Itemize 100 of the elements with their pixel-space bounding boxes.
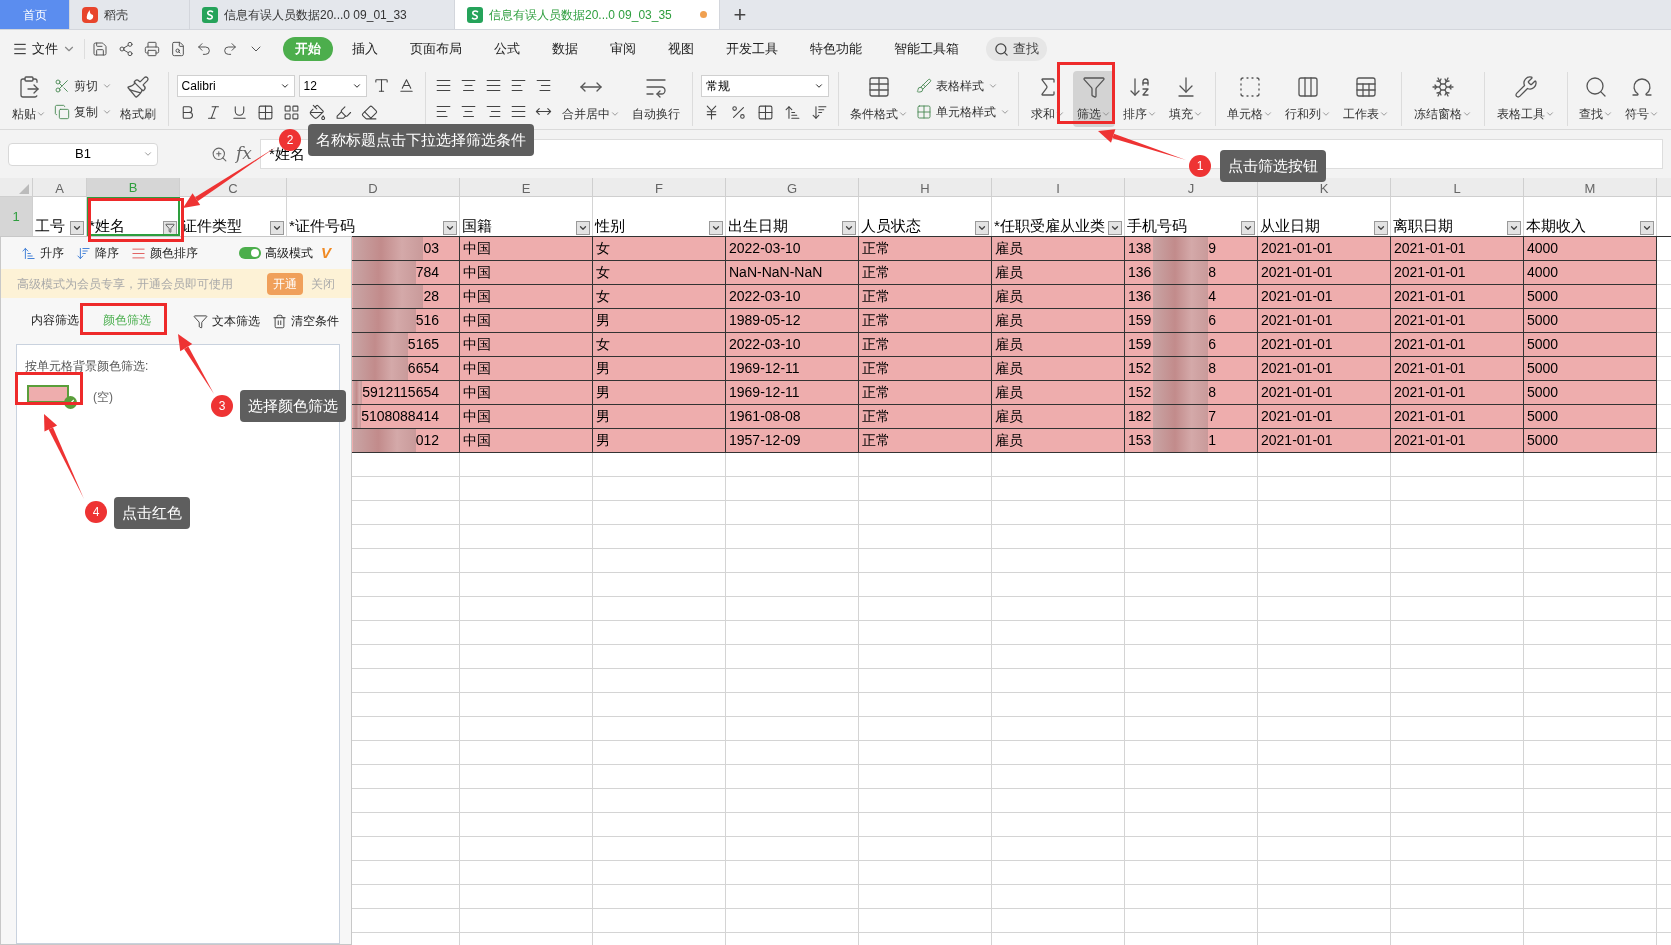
document-tab[interactable]: 信息有误人员数据20...0 09_03_35 [455,0,720,29]
table-cell: 中国 [460,405,593,429]
advanced-mode-toggle[interactable]: 高级模式 [239,244,313,262]
empty-option[interactable]: (空) [93,388,113,406]
align-top-icon [435,77,453,94]
ribbon-tab[interactable]: 插入 [339,37,391,61]
print-icon [144,41,160,57]
freeze-panes-button[interactable]: 冻结窗格 [1409,70,1476,127]
rows-columns-button[interactable]: 行和列 [1281,70,1336,127]
table-style-button[interactable]: 表格样式 [916,76,1011,95]
table-cell-text: 182 [1127,407,1152,426]
ribbon-tab[interactable]: 开发工具 [713,37,791,61]
column-header[interactable]: E [460,178,593,200]
number-format-field[interactable]: 常规 [700,74,829,97]
table-style-icon [916,77,933,94]
column-header[interactable]: L [1391,178,1524,200]
share-icon [118,41,134,57]
table-cell-text: 8 [1208,263,1217,282]
column-header[interactable]: I [992,178,1125,200]
conditional-format-button[interactable]: 条件格式 [846,70,913,127]
justify-icon [510,103,528,120]
sum-button[interactable]: 求和 [1026,70,1069,127]
filter-dropdown[interactable] [443,221,457,235]
filter-dropdown[interactable] [975,221,989,235]
font-name-field[interactable]: Calibri [176,74,295,97]
pixelated-blur [353,261,416,284]
column-header[interactable]: H [859,178,992,200]
table-cell: 正常 [859,381,992,405]
table-cell: 正常 [859,405,992,429]
cell-button[interactable]: 单元格 [1223,70,1278,127]
ribbon-tab[interactable]: 页面布局 [397,37,475,61]
ribbon-tab[interactable]: 特色功能 [797,37,875,61]
filter-dropdown[interactable] [709,221,723,235]
print-preview-icon [170,41,186,57]
table-cell: 正常 [859,285,992,309]
filter-tab[interactable]: 内容筛选 [25,307,85,335]
filter-dropdown[interactable] [1507,221,1521,235]
column-header[interactable]: D [287,178,460,200]
filter-dropdown[interactable] [576,221,590,235]
table-cell: 中国 [460,285,593,309]
color-option[interactable] [27,385,77,409]
copy-button[interactable]: 复制 [54,102,112,121]
table-cell: 2021-01-01 [1258,405,1391,429]
font-size-field[interactable]: 12 [298,74,367,97]
new-tab-button[interactable]: + [720,0,760,29]
cut-button[interactable]: 剪切 [54,76,112,95]
filter-dropdown[interactable] [1374,221,1388,235]
ribbon-tab[interactable]: 公式 [481,37,533,61]
table-cell: 雇员 [992,381,1125,405]
spreadsheet-logo-icon [467,6,483,23]
table-cell-text: 153 [1127,431,1152,450]
function-label[interactable]: fx [236,141,252,167]
table-cell-text: 159 [1127,311,1152,330]
format-painter-button[interactable]: 格式刷 [116,70,160,127]
merge-center-button[interactable]: 合并居中 [558,70,625,127]
paste-button[interactable]: 粘贴 [8,70,50,127]
sort-button[interactable]: 排序 [1118,70,1161,127]
sort-button[interactable]: 升序 [21,244,64,262]
sort-button[interactable]: 颜色排序 [131,244,198,262]
ribbon-tab[interactable]: 智能工具箱 [881,37,972,61]
clear-conditions-button[interactable]: 清空条件 [272,312,339,330]
table-cell-text: 136 [1127,263,1152,282]
column-header[interactable]: F [593,178,726,200]
name-box[interactable]: B1 [8,142,158,166]
ribbon-tab[interactable]: 视图 [655,37,707,61]
table-tools-button[interactable]: 表格工具 [1492,70,1559,127]
wrap-text-button[interactable]: 自动换行 [628,70,685,127]
text-filter-button[interactable]: 文本筛选 [193,312,260,330]
table-cell: 2022-03-10 [726,285,859,309]
filter-button[interactable]: 筛选 [1072,70,1115,127]
filter-dropdown[interactable] [1640,221,1654,235]
filter-dropdown[interactable] [163,221,177,235]
ribbon-tab[interactable]: 审阅 [597,37,649,61]
find-button[interactable]: 查找 [1575,70,1618,127]
filter-dropdown[interactable] [70,221,84,235]
table-cell-text: 012 [415,431,440,450]
filter-dropdown[interactable] [270,221,284,235]
search-button[interactable]: 查找 [986,37,1047,61]
save-icon [92,41,108,57]
underline-icon [230,103,248,121]
filter-dropdown[interactable] [1241,221,1255,235]
cell-style-button[interactable]: 单元格样式 [916,102,1011,121]
column-header[interactable]: M [1524,178,1657,200]
table-cell: 2021-01-01 [1391,405,1524,429]
ribbon-tab[interactable]: 数据 [539,37,591,61]
annotation-tooltip: 名称标题点击下拉选择筛选条件 [308,124,534,156]
file-menu[interactable]: 文件 [12,39,85,59]
fill-color-icon [308,103,326,121]
pixelated-blur [1153,285,1209,308]
filter-dropdown[interactable] [842,221,856,235]
sort-button[interactable]: 降序 [76,244,119,262]
table-cell: 雇员 [992,309,1125,333]
table-cell: 2021-01-01 [1258,237,1391,261]
fill-button[interactable]: 填充 [1164,70,1207,127]
worksheet-button[interactable]: 工作表 [1339,70,1394,127]
filter-dropdown[interactable] [1108,221,1122,235]
column-header[interactable]: G [726,178,859,200]
symbol-button[interactable]: 符号 [1621,70,1664,127]
table-cell: 男 [593,309,726,333]
caret-icon [578,223,588,233]
